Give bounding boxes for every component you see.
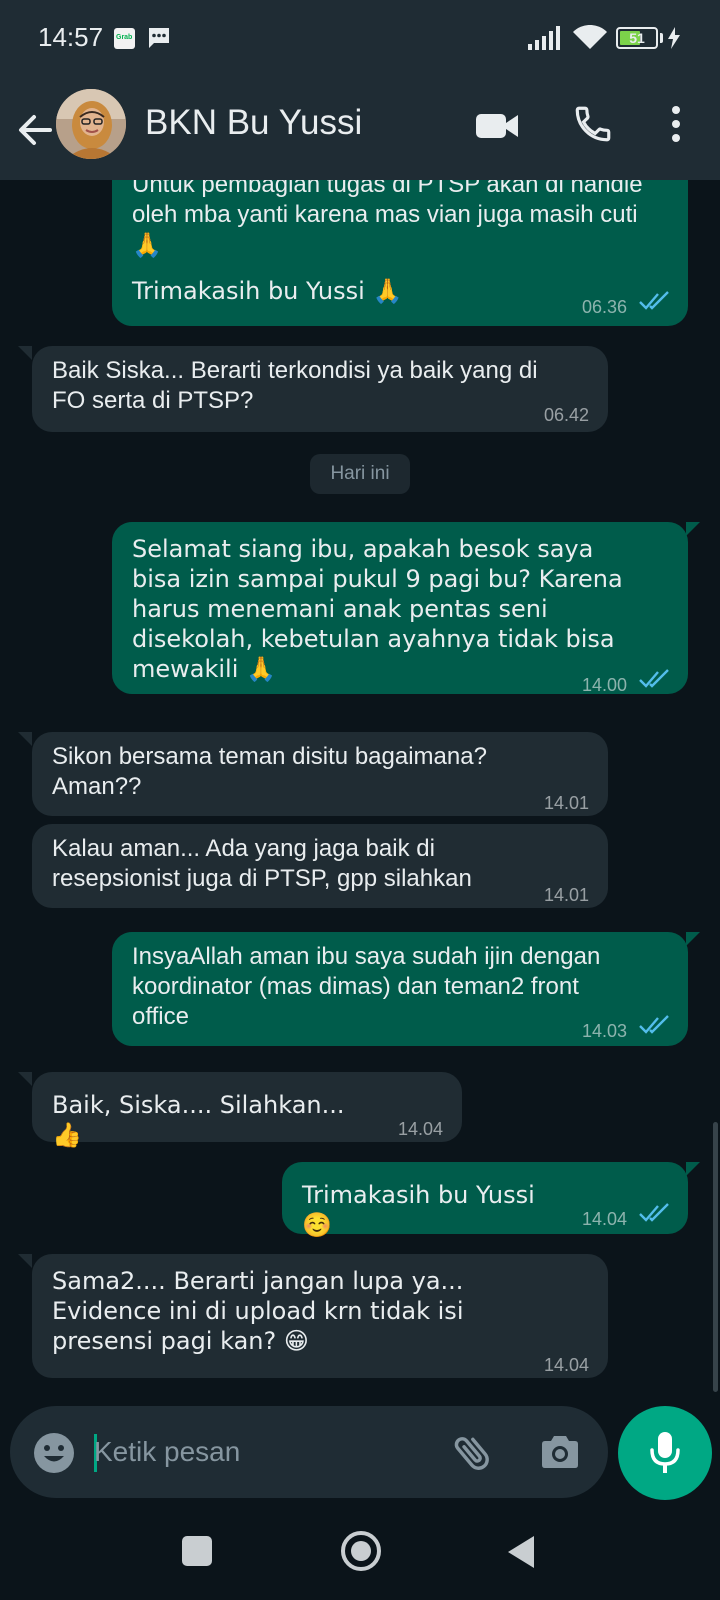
message-time: 14.01 <box>544 885 590 905</box>
message-time: 06.42 <box>544 405 590 425</box>
message-notification-icon <box>149 28 169 48</box>
message-time: 14.04 <box>582 1209 628 1229</box>
bubble-tail <box>686 932 700 946</box>
bubble-tail <box>18 346 32 360</box>
message-line: oleh mba yanti karena mas vian juga masi… <box>132 201 638 228</box>
message-text: Baik Siska... Berarti terkondisi ya baik… <box>52 357 538 414</box>
message-line: Untuk pembagian tugas di PTSP akan di ha… <box>132 180 643 198</box>
video-call-icon[interactable] <box>474 106 522 146</box>
double-tick-icon <box>639 291 669 310</box>
grab-notification-icon: Grab <box>114 28 135 49</box>
battery-tip <box>660 33 663 43</box>
message-text: Sikon bersama teman disitu bagaimana? Am… <box>52 743 487 800</box>
avatar-image <box>56 89 126 159</box>
message-time: 14.04 <box>398 1119 444 1139</box>
wifi-icon <box>573 25 607 49</box>
message-time: 14.03 <box>582 1021 628 1041</box>
message-text: Kalau aman... Ada yang jaga baik di rese… <box>52 835 472 892</box>
message-bubble-incoming[interactable]: Sikon bersama teman disitu bagaimana? Am… <box>32 732 608 816</box>
message-bubble-incoming[interactable]: Sama2.... Berarti jangan lupa ya... Evid… <box>32 1254 608 1378</box>
voice-record-button[interactable] <box>618 1406 712 1500</box>
message-text: Sama2.... Berarti jangan lupa ya... Evid… <box>52 1267 464 1355</box>
bubble-tail <box>18 732 32 746</box>
message-time: 14.00 <box>582 675 628 695</box>
attach-icon[interactable] <box>450 1430 496 1476</box>
chat-header: BKN Bu Yussi <box>0 80 720 180</box>
chat-messages[interactable]: Untuk pembagian tugas di PTSP akan di ha… <box>0 180 720 1400</box>
status-time: 14:57 <box>38 22 104 52</box>
avatar[interactable] <box>56 89 126 159</box>
date-separator: Hari ini <box>310 454 410 494</box>
message-text: InsyaAllah aman ibu saya sudah ijin deng… <box>132 943 601 1030</box>
battery-icon: 51 <box>616 27 658 49</box>
phone-icon[interactable] <box>572 102 614 146</box>
double-tick-icon <box>639 1203 669 1222</box>
message-time: 14.04 <box>544 1355 590 1375</box>
message-input[interactable]: Ketik pesan <box>94 1430 424 1474</box>
home-button[interactable] <box>341 1531 381 1571</box>
bubble-tail <box>686 1162 700 1176</box>
message-input-bar: Ketik pesan <box>0 1400 720 1506</box>
double-tick-icon <box>639 1015 669 1034</box>
message-bubble-incoming[interactable]: Baik, Siska.... Silahkan... 👍 14.04 <box>32 1072 462 1149</box>
message-input-container[interactable]: Ketik pesan <box>10 1406 608 1498</box>
signal-icon <box>528 26 560 50</box>
bubble-tail <box>18 1254 32 1268</box>
message-time: 14.01 <box>544 793 590 813</box>
mic-icon <box>650 1432 680 1473</box>
message-bubble-outgoing[interactable]: Untuk pembagian tugas di PTSP akan di ha… <box>112 180 688 326</box>
grab-badge-text: Grab <box>116 34 133 41</box>
battery-level: 51 <box>629 30 645 46</box>
back-button[interactable] <box>508 1536 534 1568</box>
more-options-icon[interactable] <box>662 102 690 146</box>
message-time: 06.36 <box>582 297 628 317</box>
message-text: Baik, Siska.... Silahkan... 👍 <box>52 1091 345 1149</box>
scrollbar[interactable] <box>713 1122 718 1392</box>
status-bar: 14:57 Grab 51 <box>0 0 720 80</box>
message-bubble-outgoing[interactable]: Selamat siang ibu, apakah besok saya bis… <box>112 522 688 695</box>
charging-icon <box>668 27 680 49</box>
message-bubble-outgoing[interactable]: InsyaAllah aman ibu saya sudah ijin deng… <box>112 932 688 1046</box>
message-text: Trimakasih bu Yussi☺️ <box>302 1181 535 1239</box>
message-bubble-incoming[interactable]: Baik Siska... Berarti terkondisi ya baik… <box>32 346 608 432</box>
system-nav-bar <box>0 1506 720 1600</box>
message-text: Untuk pembagian tugas di PTSP akan di ha… <box>132 180 672 306</box>
bubble-tail <box>18 1072 32 1086</box>
bubble-tail <box>686 522 700 536</box>
message-bubble-outgoing[interactable]: Trimakasih bu Yussi☺️ 14.04 <box>282 1162 688 1239</box>
emoji-icon[interactable] <box>32 1431 76 1475</box>
message-text: Selamat siang ibu, apakah besok saya bis… <box>132 535 623 683</box>
message-bubble-incoming[interactable]: Kalau aman... Ada yang jaga baik di rese… <box>32 824 608 908</box>
double-tick-icon <box>639 669 669 688</box>
recent-apps-button[interactable] <box>182 1536 212 1566</box>
back-arrow-icon[interactable] <box>14 106 56 154</box>
camera-icon[interactable] <box>538 1430 582 1474</box>
contact-name[interactable]: BKN Bu Yussi <box>145 103 362 143</box>
message-line: 🙏 <box>132 231 162 259</box>
